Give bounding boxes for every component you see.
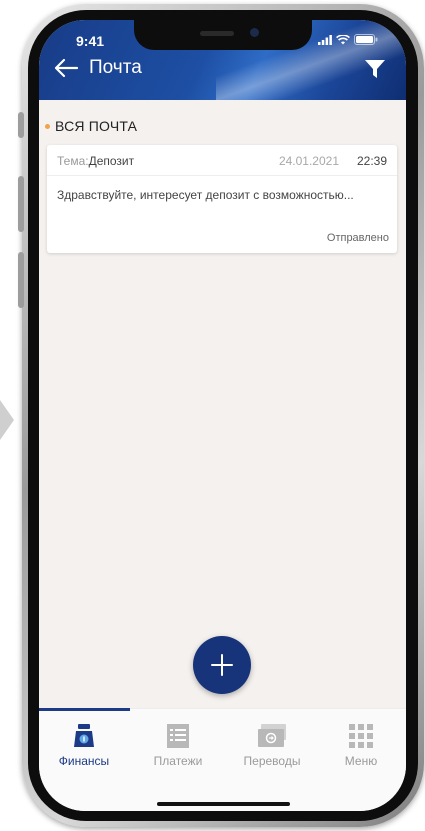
nav-label-menu: Меню bbox=[344, 754, 378, 768]
nav-label-transfers: Переводы bbox=[243, 754, 301, 768]
volume-up-button bbox=[18, 176, 24, 232]
side-arrow-decoration bbox=[0, 400, 14, 440]
mute-switch bbox=[18, 112, 24, 138]
message-subject: Депозит bbox=[88, 154, 135, 168]
payments-icon bbox=[167, 724, 189, 748]
message-header: Тема:Депозит 24.01.2021 22:39 bbox=[57, 154, 387, 170]
menu-grid-icon bbox=[349, 724, 373, 748]
transfers-icon bbox=[258, 724, 286, 747]
section-label: ВСЯ ПОЧТА bbox=[55, 118, 138, 134]
phone-notch bbox=[134, 20, 312, 50]
plus-icon bbox=[211, 654, 233, 676]
home-indicator[interactable] bbox=[157, 802, 290, 806]
speaker-grille bbox=[200, 31, 234, 36]
page-title: Почта bbox=[89, 57, 142, 78]
subject-label: Тема: bbox=[57, 154, 89, 168]
status-time: 9:41 bbox=[76, 33, 105, 49]
message-time: 22:39 bbox=[356, 154, 387, 168]
nav-label-payments: Платежи bbox=[153, 754, 203, 768]
message-status: Отправлено bbox=[326, 232, 389, 244]
back-button[interactable] bbox=[53, 56, 79, 80]
section-header: ВСЯ ПОЧТА bbox=[45, 118, 137, 134]
status-icons bbox=[318, 34, 378, 45]
compose-button[interactable] bbox=[193, 636, 251, 694]
front-camera bbox=[250, 28, 259, 37]
filter-button[interactable] bbox=[364, 58, 386, 80]
active-tab-indicator bbox=[39, 708, 130, 711]
wifi-icon bbox=[336, 34, 350, 44]
filter-icon bbox=[365, 60, 385, 78]
volume-down-button bbox=[18, 252, 24, 308]
app-screen: 9:41 Почта ВСЯ ПОЧТА Тема:Депозит 24.01.… bbox=[39, 20, 406, 811]
nav-item-finance[interactable]: Финансы bbox=[39, 721, 129, 768]
section-dot-icon bbox=[45, 123, 50, 129]
battery-icon bbox=[354, 34, 378, 45]
nav-item-menu[interactable]: Меню bbox=[316, 721, 406, 768]
bottom-navigation: Финансы Платежи Переводы Меню bbox=[39, 708, 406, 811]
message-card[interactable]: Тема:Депозит 24.01.2021 22:39 Здравствуй… bbox=[47, 145, 397, 253]
message-date: 24.01.2021 bbox=[278, 154, 339, 168]
nav-item-transfers[interactable]: Переводы bbox=[227, 721, 317, 768]
finance-icon bbox=[74, 724, 94, 747]
signal-icon bbox=[318, 34, 332, 45]
nav-label-finance: Финансы bbox=[58, 754, 110, 768]
nav-item-payments[interactable]: Платежи bbox=[133, 721, 223, 768]
arrow-left-icon bbox=[54, 58, 79, 78]
message-preview: Здравствуйте, интересует депозит с возмо… bbox=[57, 188, 354, 202]
card-divider bbox=[47, 175, 397, 176]
